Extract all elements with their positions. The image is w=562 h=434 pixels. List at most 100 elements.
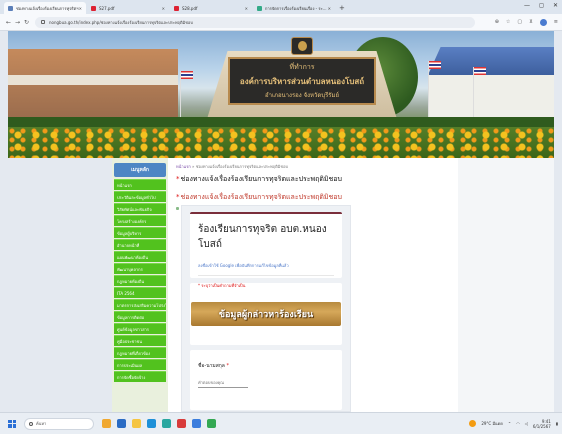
system-tray: 29°C มีแดด ⌃ ◠ ◁ 9:41 6/1/2567 ▮ [469, 419, 558, 429]
question-label-text: ชื่อ-นามสกุล [198, 363, 225, 369]
form-title: ร้องเรียนการทุจริต อบต.หนองโบสถ์ [198, 224, 327, 250]
section-image-label: ข้อมูลผู้กล่าวหาร้องเรียน [218, 310, 314, 320]
breadcrumb-current: ช่องทางแจ้งเรื่องร้องเรียนการทุจริตและปร… [195, 164, 289, 169]
downloads-icon[interactable]: ⊻ [529, 19, 533, 25]
store-icon[interactable] [162, 419, 171, 428]
new-tab-button[interactable]: + [339, 4, 345, 12]
wifi-icon[interactable]: ◠ [516, 421, 520, 426]
menu-list: หน้าแรก ประวัติและข้อมูลทั่วไป วิสัยทัศน์แ… [114, 179, 166, 382]
banner-building [428, 75, 554, 119]
notification-icon[interactable]: ▮ [556, 421, 558, 426]
tab-label: การจัดการเรื่องร้องเรียนเรื่อง - ระ... [265, 5, 327, 11]
profile-avatar[interactable] [539, 18, 547, 26]
sign-line: ที่ทำการ [289, 63, 315, 71]
close-window-button[interactable]: ✕ [553, 2, 558, 9]
task-view-icon[interactable] [117, 419, 126, 428]
sidebar-menu-item[interactable]: อำนาจหน้าที่ [114, 239, 166, 250]
sidebar-menu-item[interactable]: การประเมินผล [114, 359, 166, 370]
bullet-icon: * [176, 193, 180, 201]
weather-text: 29°C มีแดด [481, 421, 503, 426]
sidebar-menu-item[interactable]: การจัดซื้อจัดจ้าง [114, 371, 166, 382]
office-icon[interactable] [177, 419, 186, 428]
office-sign: ที่ทำการ องค์การบริหารส่วนตำบลหนองโบสถ์ … [228, 57, 376, 105]
pdf-icon [91, 5, 96, 11]
sidebar-menu-item[interactable]: ข้อมูลผู้บริหาร [114, 227, 166, 238]
sidebar-menu-item[interactable]: พัฒนาบุคลากร [114, 263, 166, 274]
thai-flag-icon [181, 71, 193, 79]
sidebar-menu-item[interactable]: ศูนย์ข้อมูลข่าวสาร [114, 323, 166, 334]
sign-line: อำเภอนางรอง จังหวัดบุรีรัมย์ [264, 92, 340, 99]
question-label: ชื่อ-นามสกุล * [198, 362, 334, 370]
site-info-icon[interactable] [41, 20, 45, 24]
signin-link[interactable]: ลงชื่อเข้าใช้ Google เพื่อบันทึกการแก้ไข… [198, 262, 334, 276]
back-button[interactable]: ← [4, 19, 13, 26]
windows-start-icon[interactable] [8, 419, 16, 428]
sidebar-menu-item[interactable]: ข้อมูลการติดต่อ [114, 311, 166, 322]
browser-tab[interactable]: การจัดการเรื่องร้องเรียนเรื่อง - ระ... ✕ [253, 2, 335, 14]
url-text: nongbua.go.th/index.php/ช่องทางแจ้งเรื่อ… [49, 19, 193, 25]
clock[interactable]: 9:41 6/1/2567 [533, 419, 551, 429]
menu-icon[interactable]: ≡ [554, 19, 558, 25]
file-explorer-icon[interactable] [132, 419, 141, 428]
thai-flag-icon [474, 67, 486, 75]
site-favicon-icon [8, 5, 13, 11]
article-title-text: ช่องทางแจ้งเรื่องร้องเรียนการทุจริตและปร… [180, 193, 342, 201]
form-header-card: ร้องเรียนการทุจริต อบต.หนองโบสถ์ ลงชื่อเ… [190, 212, 342, 288]
sidebar-menu-item[interactable]: โครงสร้างองค์กร [114, 215, 166, 226]
widgets-icon[interactable] [102, 419, 111, 428]
browser-tab[interactable]: S28.pdf ✕ [170, 2, 252, 14]
clock-date: 6/1/2567 [532, 423, 551, 429]
sidebar-menu-item[interactable]: ประวัติและข้อมูลทั่วไป [114, 191, 166, 202]
sidebar-menu-item[interactable]: กฎหมายที่เกี่ยวข้อง [114, 347, 166, 358]
reload-button[interactable]: ↻ [22, 19, 31, 26]
sidebar-menu-item[interactable]: ITA 2564 [114, 287, 166, 298]
taskbar: ค้นหา 29°C มีแดด ⌃ ◠ ◁ 9:41 6/1/2567 ▮ [0, 412, 562, 434]
close-tab-icon[interactable]: ✕ [79, 6, 82, 11]
browser-tab[interactable]: ช่องทางแจ้งเรื่องร้องเรียนการทุจริตฯ ✕ [4, 2, 86, 14]
taskbar-search[interactable]: ค้นหา [24, 417, 94, 430]
close-tab-icon[interactable]: ✕ [162, 6, 165, 11]
bookmark-star-icon[interactable]: ☆ [506, 19, 510, 25]
main-content: หน้าแรก » ช่องทางแจ้งเรื่องร้องเรียนการท… [168, 158, 458, 412]
tab-label: S28.pdf [182, 5, 198, 11]
section-image: ข้อมูลผู้กล่าวหาร้องเรียน [191, 302, 341, 326]
split-view-icon[interactable]: ▢ [517, 19, 522, 25]
header-banner: ที่ทำการ องค์การบริหารส่วนตำบลหนองโบสถ์ … [8, 31, 554, 158]
sidebar-menu-item[interactable]: วิสัยทัศน์และพันธกิจ [114, 203, 166, 214]
taskbar-apps [102, 419, 216, 428]
weather-icon[interactable] [469, 420, 477, 427]
required-marker: * [226, 363, 229, 369]
window-controls: — ◻ ✕ [524, 2, 558, 9]
thai-flag-icon [429, 61, 441, 69]
forward-button[interactable]: → [13, 19, 22, 26]
zoom-icon[interactable]: ⊕ [495, 19, 499, 25]
close-tab-icon[interactable]: ✕ [245, 6, 248, 11]
minimize-button[interactable]: — [524, 2, 530, 9]
maximize-button[interactable]: ◻ [539, 2, 544, 9]
edge-icon[interactable] [147, 419, 156, 428]
sidebar-menu-item[interactable]: แผนพัฒนาท้องถิ่น [114, 251, 166, 262]
right-margin [458, 158, 554, 412]
mail-icon[interactable] [192, 419, 201, 428]
name-field[interactable] [198, 380, 248, 388]
page-title-text: ช่องทางแจ้งเรื่องร้องเรียนการทุจริตและปร… [180, 175, 342, 183]
sidebar-menu: เมนูหลัก หน้าแรก ประวัติและข้อมูลทั่วไป วิ… [112, 158, 168, 412]
emblem-icon [291, 37, 313, 55]
breadcrumb-home-link[interactable]: หน้าแรก [176, 164, 191, 169]
form-image-card: ข้อมูลผู้กล่าวหาร้องเรียน [190, 283, 342, 345]
sidebar-menu-item[interactable]: กฎหมายท้องถิ่น [114, 275, 166, 286]
sidebar-menu-item[interactable]: คู่มือประชาชน [114, 335, 166, 346]
browser-tab[interactable]: S27.pdf ✕ [87, 2, 169, 14]
sidebar-menu-item[interactable]: หน้าแรก [114, 179, 166, 190]
chevron-up-icon[interactable]: ⌃ [508, 421, 511, 426]
sidebar-menu-item[interactable]: มาตรการส่งเสริมความโปร่งใส [114, 299, 166, 310]
volume-icon[interactable]: ◁ [525, 421, 528, 426]
close-tab-icon[interactable]: ✕ [328, 6, 331, 11]
docs-icon [257, 5, 262, 11]
url-input[interactable]: nongbua.go.th/index.php/ช่องทางแจ้งเรื่อ… [35, 16, 475, 28]
calendar-icon [176, 206, 179, 210]
embedded-form: ร้องเรียนการทุจริต อบต.หนองโบสถ์ ลงชื่อเ… [181, 205, 351, 412]
chrome-icon[interactable] [207, 419, 216, 428]
bullet-icon: * [176, 175, 180, 183]
banner-flowers [8, 127, 554, 158]
